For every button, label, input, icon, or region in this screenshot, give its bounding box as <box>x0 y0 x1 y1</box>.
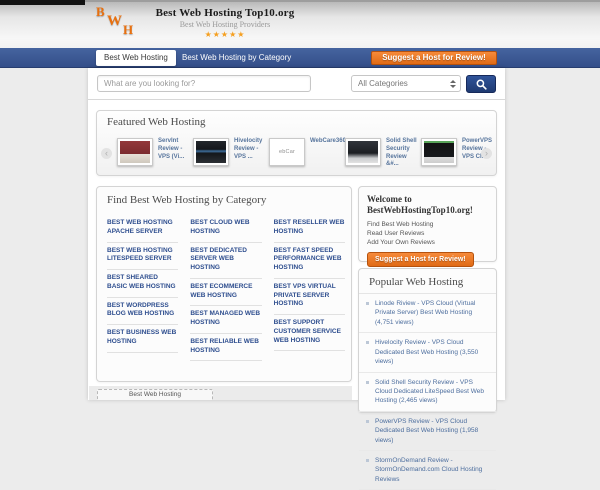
featured-item-title[interactable]: Hivelocity Review - VPS ... <box>234 138 265 161</box>
category-link[interactable]: BEST MANAGED WEB HOSTING <box>190 306 262 334</box>
category-link[interactable]: BEST WEB HOSTING APACHE SERVER <box>107 215 179 243</box>
nav-tab-by-category[interactable]: Best Web Hosting by Category <box>176 50 297 66</box>
welcome-heading: Welcome to BestWebHostingTop10.org! <box>367 194 473 216</box>
categories-column: BEST WEB HOSTING APACHE SERVER BEST WEB … <box>107 215 179 361</box>
popular-heading: Popular Web Hosting <box>359 269 496 294</box>
featured-item[interactable]: Solid Shell Security Review &#... <box>343 135 417 175</box>
site-header: B W H Best Web Hosting Top10.org Best We… <box>0 0 600 48</box>
categories-panel: Find Best Web Hosting by Category BEST W… <box>96 186 352 382</box>
nav-tab-best-web-hosting[interactable]: Best Web Hosting <box>96 50 176 66</box>
featured-thumbnail <box>117 138 153 166</box>
site-tagline: Best Web Hosting Providers <box>179 20 271 29</box>
category-link[interactable]: BEST ECOMMERCE WEB HOSTING <box>190 279 262 307</box>
list-bullet-icon <box>366 341 369 345</box>
rating-stars-icon: ★★★★★ <box>204 30 246 39</box>
bottom-tab-best-web-hosting[interactable]: Best Web Hosting <box>97 389 213 400</box>
featured-heading: Featured Web Hosting <box>107 116 206 128</box>
site-title-block: Best Web Hosting Top10.org Best Web Host… <box>140 7 310 39</box>
logo-letter: B <box>96 4 105 19</box>
popular-item-text: Hivelocity Review - VPS Cloud Dedicated … <box>375 339 479 366</box>
categories-column: BEST CLOUD WEB HOSTING BEST DEDICATED SE… <box>190 215 262 362</box>
sidebar-suggest-host-button[interactable]: Suggest a Host for Review! <box>367 251 474 267</box>
carousel-next-button[interactable]: › <box>481 148 492 159</box>
search-separator <box>88 99 505 100</box>
popular-item-link[interactable]: StormOnDemand Review - StormOnDemand.com… <box>359 451 496 490</box>
featured-thumbnail <box>345 138 381 166</box>
categories-heading: Find Best Web Hosting by Category <box>107 194 267 206</box>
welcome-link-find[interactable]: Find Best Web Hosting <box>359 220 496 229</box>
categories-column: BEST RESELLER WEB HOSTING BEST FAST SPEE… <box>273 215 345 361</box>
list-bullet-icon <box>366 302 369 305</box>
featured-thumbnail <box>193 138 229 166</box>
popular-item-link[interactable]: PowerVPS Review - VPS Cloud Dedicated Be… <box>359 412 496 452</box>
search-icon <box>476 79 487 90</box>
site-logo[interactable]: B W H <box>94 4 140 44</box>
featured-thumbnail: ebCar <box>269 138 305 166</box>
category-link[interactable]: BEST SHEARED BASIC WEB HOSTING <box>107 270 179 298</box>
popular-item-text: StormOnDemand Review - StormOnDemand.com… <box>375 457 483 483</box>
top-edge-line <box>0 0 600 2</box>
category-select-value: All Categories <box>358 79 408 88</box>
welcome-box: Welcome to BestWebHostingTop10.org! Find… <box>358 186 497 267</box>
featured-hosting-panel: Featured Web Hosting ‹ ServInt Review - … <box>96 110 497 176</box>
select-arrows-icon <box>450 80 456 88</box>
featured-item-title[interactable]: ServInt Review - VPS (Vi... <box>158 138 189 161</box>
category-link[interactable]: BEST SUPPORT CUSTOMER SERVICE WEB HOSTIN… <box>273 315 345 352</box>
search-button[interactable] <box>466 75 496 93</box>
site-title[interactable]: Best Web Hosting Top10.org <box>140 7 310 19</box>
popular-item-text: Linode Riview - VPS Cloud (Virtual Priva… <box>375 300 476 326</box>
list-bullet-icon <box>366 380 369 384</box>
popular-item-text: PowerVPS Review - VPS Cloud Dedicated Be… <box>375 417 479 444</box>
list-bullet-icon <box>366 459 369 463</box>
main-nav: Best Web Hosting Best Web Hosting by Cat… <box>0 48 600 68</box>
category-link[interactable]: BEST DEDICATED SERVER WEB HOSTING <box>190 243 262 279</box>
popular-item-link[interactable]: Linode Riview - VPS Cloud (Virtual Priva… <box>359 294 496 334</box>
category-link[interactable]: BEST RESELLER WEB HOSTING <box>273 215 345 243</box>
welcome-link-add[interactable]: Add Your Own Reviews <box>359 238 496 247</box>
categories-grid: BEST WEB HOSTING APACHE SERVER BEST WEB … <box>107 215 345 362</box>
category-link[interactable]: BEST WORDPRESS BLOG WEB HOSTING <box>107 298 179 326</box>
featured-item-title[interactable]: Solid Shell Security Review &#... <box>386 138 417 169</box>
category-link[interactable]: BEST BUSINESS WEB HOSTING <box>107 325 179 353</box>
category-link[interactable]: BEST FAST SPEED PERFORMANCE WEB HOSTING <box>273 243 345 279</box>
featured-item[interactable]: Hivelocity Review - VPS ... <box>191 135 265 175</box>
top-left-dark-strip <box>0 0 85 5</box>
popular-item-link[interactable]: Hivelocity Review - VPS Cloud Dedicated … <box>359 333 496 373</box>
welcome-link-read[interactable]: Read User Reviews <box>359 229 496 238</box>
category-select[interactable]: All Categories <box>351 75 461 92</box>
category-link[interactable]: BEST RELIABLE WEB HOSTING <box>190 334 262 362</box>
popular-hosting-panel: Popular Web Hosting Linode Riview - VPS … <box>358 268 497 490</box>
featured-item[interactable]: ebCar WebCare360 <box>267 135 346 175</box>
featured-item[interactable]: ServInt Review - VPS (Vi... <box>115 135 189 175</box>
logo-letter: H <box>123 22 134 37</box>
featured-thumbnail <box>421 138 457 166</box>
category-link[interactable]: BEST WEB HOSTING LITESPEED SERVER <box>107 243 179 271</box>
featured-item-title[interactable]: WebCare360 <box>310 138 346 146</box>
thumbnail-logo-text: ebCar <box>279 149 295 155</box>
popular-item-link[interactable]: Solid Shell Security Review - VPS Cloud … <box>359 373 496 412</box>
category-link[interactable]: BEST VPS VIRTUAL PRIVATE SERVER HOSTING <box>273 279 345 316</box>
popular-item-text: Solid Shell Security Review - VPS Cloud … <box>375 378 485 405</box>
suggest-host-button[interactable]: Suggest a Host for Review! <box>371 51 497 65</box>
list-bullet-icon <box>366 419 369 423</box>
search-input[interactable] <box>97 75 311 92</box>
category-link[interactable]: BEST CLOUD WEB HOSTING <box>190 215 262 243</box>
logo-letter: W <box>107 13 122 29</box>
carousel-prev-button[interactable]: ‹ <box>101 148 112 159</box>
